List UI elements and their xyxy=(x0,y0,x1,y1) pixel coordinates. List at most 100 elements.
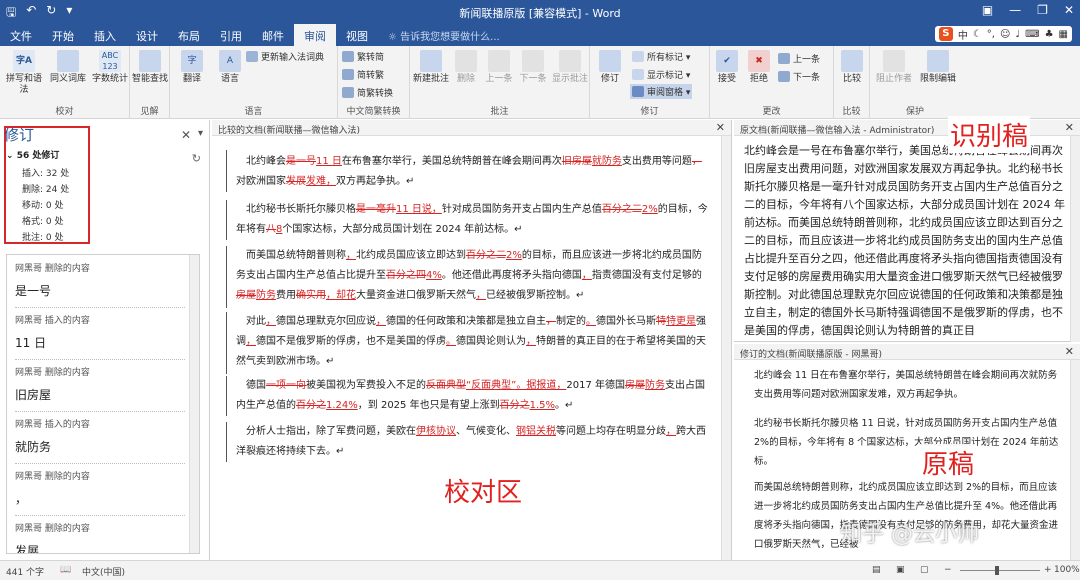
spell-check-button[interactable]: 字A 拼写和语法 xyxy=(4,50,44,96)
language-button[interactable]: A 语言 xyxy=(212,50,248,85)
markup-view-dropdown[interactable]: 所有标记 ▾ xyxy=(632,50,690,63)
close-original-icon[interactable]: ✕ xyxy=(1065,121,1074,134)
revised-paragraph-1[interactable]: 北约峰会 11 日在布鲁塞尔举行，美国总统特朗普在峰会期间再次就防务支出费用等问… xyxy=(754,366,1066,404)
read-mode-icon[interactable]: ▤ xyxy=(872,565,881,575)
accept-button[interactable]: ✔ 接受 xyxy=(712,50,742,85)
show-comments-icon xyxy=(559,50,581,72)
trad-to-simp-button[interactable]: 繁转简 xyxy=(342,50,384,63)
punctuation-icon[interactable]: °, xyxy=(987,29,995,40)
revised-paragraph-2[interactable]: 北约秘书长斯托尔滕贝格 11 日说，针对成员国防务开支占国内生产总值 2%的目标… xyxy=(754,414,1066,471)
print-layout-icon[interactable]: ▣ xyxy=(896,565,905,575)
revised-document-scrollbar[interactable] xyxy=(1070,360,1080,560)
compare-button[interactable]: 比较 xyxy=(836,50,868,85)
revised-document-header: 修订的文档(新闻联播原版 - 网黑哥) ✕ xyxy=(734,344,1080,360)
track-changes-button[interactable]: 修订 xyxy=(592,50,628,85)
next-change-button[interactable]: 下一条 xyxy=(778,70,820,83)
language-icon: A xyxy=(219,50,241,72)
list-item[interactable]: 网黑哥 插入的内容 11 日 xyxy=(15,313,185,360)
keyboard-icon[interactable]: ⌨ xyxy=(1025,29,1039,40)
list-item[interactable]: 网黑哥 删除的内容 是一号 xyxy=(15,261,185,308)
next-comment-button[interactable]: 下一条 xyxy=(516,50,550,85)
ime-toolbar[interactable]: S 中 ☾ °, ☺ ♩ ⌨ ♣ ▦ xyxy=(934,26,1072,42)
compared-paragraph-6[interactable]: 分析人士指出，除了军费问题，美欧在伊核协议、气候变化、钢铝关税等问题上均存在明显… xyxy=(236,422,710,462)
simp-to-trad-button[interactable]: 简转繁 xyxy=(342,68,384,81)
zoom-in-icon[interactable]: + xyxy=(1044,565,1052,575)
pane-options-icon[interactable]: ▾ xyxy=(198,128,203,139)
tab-design[interactable]: 设计 xyxy=(126,24,168,46)
compared-paragraph-3[interactable]: 而美国总统特朗普则称，北约成员国应该立即达到百分之二2%的目标，而且应该进一步将… xyxy=(236,246,710,306)
list-item[interactable]: 网黑哥 删除的内容 旧房屋 xyxy=(15,365,185,412)
compared-paragraph-4[interactable]: 对此，德国总理默克尔回应说，德国的任何政策和决策都是独立自主，制定的。德国外长马… xyxy=(236,312,710,372)
new-comment-button[interactable]: 新建批注 xyxy=(412,50,450,85)
update-ime-dictionary-button[interactable]: 更新输入法词典 xyxy=(246,50,324,63)
zoom-slider-track[interactable] xyxy=(960,570,1040,571)
tab-mailings[interactable]: 邮件 xyxy=(252,24,294,46)
list-item[interactable]: 网黑哥 删除的内容， xyxy=(15,469,185,516)
compared-document-header: 比较的文档(新闻联播—微信输入法) ✕ xyxy=(212,120,731,136)
zoom-level[interactable]: 100% xyxy=(1054,565,1080,575)
zoom-out-icon[interactable]: − xyxy=(944,565,952,575)
compared-paragraph-2[interactable]: 北约秘书长斯托尔滕贝格是一毫升11 日说，针对成员国防务开支占国内生产总值百分之… xyxy=(236,200,710,240)
refresh-icon[interactable]: ↻ xyxy=(192,152,201,165)
original-document-scrollbar[interactable] xyxy=(1070,136,1080,342)
revision-total-toggle[interactable]: ⌄ 56 处修订 xyxy=(6,148,59,161)
grid-icon[interactable]: ▦ xyxy=(1059,29,1068,40)
ribbon-options-icon[interactable]: ▣ xyxy=(982,3,993,17)
tab-file[interactable]: 文件 xyxy=(0,24,42,46)
compared-paragraph-5[interactable]: 德国一项一向被美国视为军费投入不足的反面典型“反面典型”。据报道，2017 年德… xyxy=(236,376,710,416)
list-item[interactable]: 网黑哥 插入的内容 就防务 xyxy=(15,417,185,464)
close-compared-icon[interactable]: ✕ xyxy=(716,121,725,134)
original-document-text[interactable]: 北约峰会是一号在布鲁塞尔举行，美国总统特朗普在峰会期间再次旧房屋支出费用问题，对… xyxy=(744,142,1066,340)
web-layout-icon[interactable]: ▢ xyxy=(920,565,929,575)
word-count-button[interactable]: ABC 123 字数统计 xyxy=(92,50,128,85)
track-changes-icon xyxy=(599,50,621,72)
reject-button[interactable]: ✖ 拒绝 xyxy=(744,50,774,85)
tab-references[interactable]: 引用 xyxy=(210,24,252,46)
close-icon[interactable]: ✕ xyxy=(1064,3,1074,17)
delete-comment-button[interactable]: 删除 xyxy=(450,50,482,85)
ime-mode[interactable]: 中 xyxy=(958,27,968,42)
proofing-status-icon[interactable]: 📖 xyxy=(60,565,71,575)
zoom-slider-knob[interactable] xyxy=(995,566,999,575)
language-status[interactable]: 中文(中国) xyxy=(82,565,125,578)
stat-deletions: 删除: 24 处 xyxy=(22,185,70,195)
dictionary-icon xyxy=(246,51,258,62)
compared-document-scrollbar[interactable] xyxy=(721,136,731,560)
moon-icon[interactable]: ☾ xyxy=(973,29,982,40)
show-comments-button[interactable]: 显示批注 xyxy=(550,50,590,85)
close-revised-icon[interactable]: ✕ xyxy=(1065,345,1074,358)
translate-button[interactable]: 字翻译 xyxy=(174,50,210,85)
lookup-icon xyxy=(139,50,161,72)
compared-paragraph-1[interactable]: 北约峰会是一号11 日在布鲁塞尔举行，美国总统特朗普在峰会期间再次旧房屋就防务支… xyxy=(236,152,710,192)
tab-review[interactable]: 审阅 xyxy=(294,24,336,46)
skin-icon[interactable]: ♣ xyxy=(1045,29,1054,40)
tab-insert[interactable]: 插入 xyxy=(84,24,126,46)
stat-insertions: 插入: 32 处 xyxy=(22,169,70,179)
word-count-status[interactable]: 441 个字 xyxy=(6,565,44,578)
restore-icon[interactable]: ❐ xyxy=(1037,3,1048,17)
compare-icon xyxy=(841,50,863,72)
tab-home[interactable]: 开始 xyxy=(42,24,84,46)
markup-icon xyxy=(632,51,644,62)
tab-view[interactable]: 视图 xyxy=(336,24,378,46)
group-label-protect: 保护 xyxy=(905,107,924,117)
list-item[interactable]: 网黑哥 删除的内容 发展 xyxy=(15,521,185,553)
close-pane-icon[interactable]: ✕ xyxy=(181,128,191,142)
reviewing-pane-button[interactable]: 审阅窗格 ▾ xyxy=(630,84,693,99)
emoji-icon[interactable]: ☺ xyxy=(1000,29,1010,40)
block-authors-button[interactable]: 阻止作者 xyxy=(872,50,916,85)
show-markup-dropdown[interactable]: 显示标记 ▾ xyxy=(632,68,690,81)
minimize-icon[interactable]: — xyxy=(1009,3,1021,17)
previous-change-button[interactable]: 上一条 xyxy=(778,52,820,65)
smart-lookup-button[interactable]: 智能查找 xyxy=(132,50,168,85)
revision-list-scrollbar[interactable] xyxy=(189,255,199,553)
tell-me-search[interactable]: ☼ 告诉我您想要做什么... xyxy=(378,24,510,46)
thesaurus-button[interactable]: 同义词库 xyxy=(48,50,88,85)
mic-icon[interactable]: ♩ xyxy=(1015,29,1020,40)
previous-comment-button[interactable]: 上一条 xyxy=(482,50,516,85)
change-bar xyxy=(226,150,227,192)
tab-layout[interactable]: 布局 xyxy=(168,24,210,46)
restrict-editing-button[interactable]: 限制编辑 xyxy=(916,50,960,85)
group-protect: 阻止作者 限制编辑 保护 xyxy=(870,46,960,119)
simp-trad-convert-button[interactable]: 简繁转换 xyxy=(342,86,393,99)
